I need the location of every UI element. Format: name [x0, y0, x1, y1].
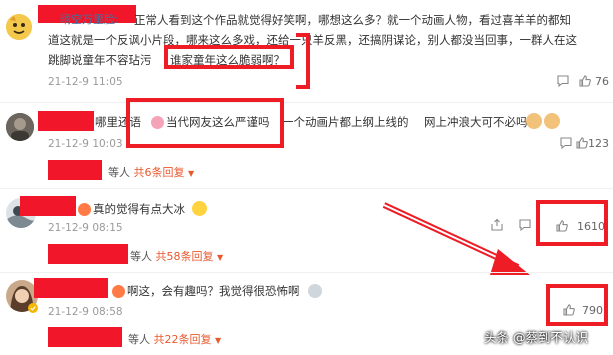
- redacted-username: [38, 111, 94, 131]
- photo-avatar-icon: [6, 113, 34, 141]
- comment-text-2: 一个动画片都上纲上线的: [282, 115, 409, 129]
- divider: [0, 188, 613, 189]
- redacted-reply-user: [48, 160, 102, 180]
- comment-text: 真的觉得有点大冰: [93, 202, 185, 216]
- comment-text-line3a: 跳脚说童年不容玷污: [48, 53, 152, 67]
- caret-down-icon[interactable]: ▼: [217, 253, 223, 262]
- caret-down-icon[interactable]: ▼: [215, 336, 221, 345]
- verified-badge-icon: [28, 303, 38, 313]
- comment-timestamp: 21-12-9 10:03: [48, 138, 123, 150]
- cat-emoji-icon: [544, 113, 560, 129]
- heart-eyes-emoji-icon: [78, 203, 91, 216]
- scared-emoji-icon: [308, 284, 322, 298]
- comment-timestamp: 21-12-9 08:15: [48, 222, 123, 234]
- reply-prefix: 等人: [108, 166, 130, 179]
- thumbs-up-icon[interactable]: [578, 74, 592, 88]
- comment-text-line1: 正常人看到这个作品就觉得好笑啊，哪想这么多？就一个动画人物，看过喜羊羊的都知: [134, 13, 571, 27]
- reply-summary[interactable]: 等人 共58条回复 ▼: [130, 248, 223, 264]
- annotation-box: [536, 200, 608, 246]
- watermark: 头条 @蔡到不认识: [484, 330, 588, 345]
- comment-text-line2: 道这就是一个反讽小片段，哪来这么多戏，还给一只羊反黑，还搞阴谋论，别人都没当回事…: [48, 33, 577, 47]
- divider: [0, 272, 613, 273]
- cartoon-avatar-icon: [6, 14, 32, 40]
- reply-count[interactable]: 共6条回复: [134, 166, 185, 179]
- like-count: 123: [588, 137, 609, 150]
- comment-icon[interactable]: [556, 74, 570, 88]
- annotation-box: [296, 33, 310, 89]
- reply-count[interactable]: 共22条回复: [154, 333, 212, 346]
- avatar[interactable]: [6, 113, 34, 141]
- annotation-box: [164, 45, 294, 69]
- caret-down-icon[interactable]: ▼: [188, 169, 194, 178]
- avatar[interactable]: [6, 14, 32, 40]
- like-count: 76: [595, 75, 609, 88]
- reply-summary[interactable]: 等人 共22条回复 ▼: [128, 331, 221, 347]
- comment-text: 啊这，会有趣吗？我觉得很恐怖啊: [127, 284, 300, 298]
- reply-prefix: 等人: [128, 333, 150, 346]
- redacted-username: [34, 278, 108, 298]
- reply-count[interactable]: 共58条回复: [156, 250, 214, 263]
- comment-text-3: 网上冲浪大可不必吗: [424, 115, 528, 129]
- comment-timestamp: 21-12-9 11:05: [48, 76, 123, 88]
- comment-icon[interactable]: [559, 136, 573, 150]
- divider: [0, 102, 613, 103]
- redacted-reply-user: [48, 327, 122, 347]
- annotation-box: [126, 98, 284, 148]
- heart-eyes-emoji-icon: [112, 285, 125, 298]
- redacted-reply-user: [48, 244, 128, 264]
- thumbs-up-icon[interactable]: [575, 136, 589, 150]
- comment-timestamp: 21-12-9 08:58: [48, 306, 123, 318]
- annotation-box: [546, 284, 608, 326]
- reply-prefix: 等人: [130, 250, 152, 263]
- comment-user-prefix: 晴空万里脸:: [60, 13, 119, 26]
- redacted-username: [20, 196, 76, 216]
- reply-summary[interactable]: 等人 共6条回复 ▼: [108, 164, 194, 180]
- cat-emoji-icon: [526, 113, 542, 129]
- smile-emoji-icon: [192, 201, 207, 216]
